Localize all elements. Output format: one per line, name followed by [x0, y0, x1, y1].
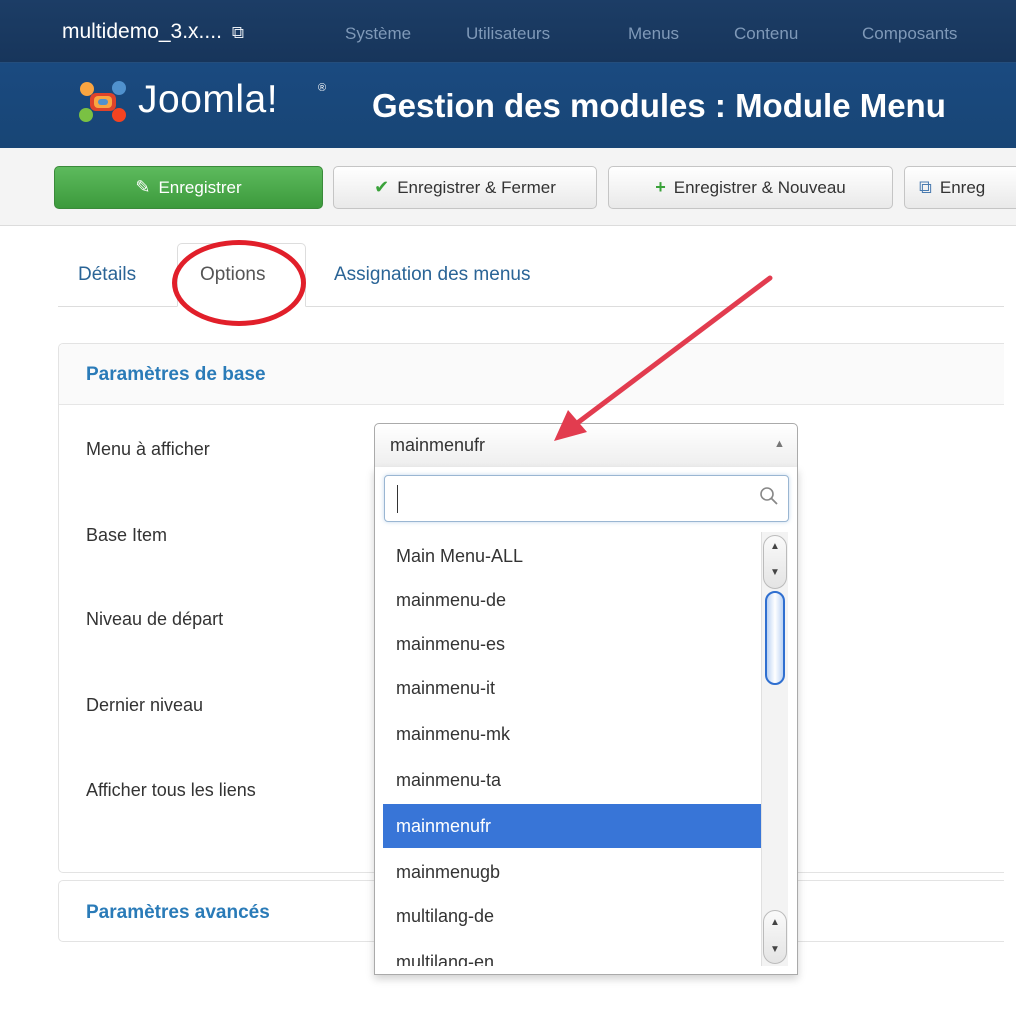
end-level-field-label: Dernier niveau — [86, 695, 204, 715]
menu-select-value: mainmenufr — [390, 435, 486, 455]
logo-registered-mark: ® — [318, 82, 327, 94]
dropdown-option[interactable]: mainmenu-mk — [383, 712, 761, 756]
nav-item-utilisateurs[interactable]: Utilisateurs — [466, 24, 550, 44]
save-copy-button[interactable]: ⧉ Enreg — [904, 166, 1016, 209]
plus-icon: + — [655, 177, 666, 197]
site-name-label: multidemo_3.x.... — [62, 20, 222, 43]
advanced-options-title[interactable]: Paramètres avancés — [86, 902, 270, 924]
start-level-field-label: Niveau de départ — [86, 609, 224, 629]
scroll-up-arrow-icon[interactable]: ▲ — [766, 916, 784, 930]
menu-field-label: Menu à afficher — [86, 439, 210, 459]
check-icon: ✔ — [374, 177, 390, 197]
save-close-button-label: Enregistrer & Fermer — [397, 177, 556, 197]
nav-item-menus[interactable]: Menus — [628, 24, 679, 44]
base-item-field-label: Base Item — [86, 525, 168, 545]
tab-menu-assignment[interactable]: Assignation des menus — [334, 264, 530, 286]
scroll-down-arrow-icon[interactable]: ▼ — [766, 566, 784, 580]
save-button[interactable]: ✎ Enregistrer — [54, 166, 323, 209]
chevron-up-icon: ▲ — [774, 438, 785, 450]
dropdown-option[interactable]: mainmenu-de — [383, 578, 761, 622]
dropdown-option[interactable]: Main Menu-ALL — [383, 534, 761, 578]
search-icon — [760, 487, 778, 505]
dropdown-option[interactable]: multilang-en — [383, 940, 761, 966]
tab-details[interactable]: Détails — [78, 264, 136, 286]
dropdown-option[interactable]: mainmenugb — [383, 850, 761, 894]
copy-icon: ⧉ — [919, 177, 932, 197]
dropdown-option[interactable]: multilang-de — [383, 894, 761, 938]
scroll-down-arrow-icon[interactable]: ▼ — [766, 943, 784, 957]
dropdown-search-input[interactable] — [384, 475, 789, 522]
save-new-button[interactable]: + Enregistrer & Nouveau — [608, 166, 893, 209]
joomla-logo-text: Joomla! — [138, 78, 279, 121]
scroll-up-arrow-icon[interactable]: ▲ — [766, 540, 784, 554]
save-copy-button-label: Enreg — [939, 177, 986, 197]
nav-item-systeme[interactable]: Système — [345, 24, 411, 44]
nav-item-composants[interactable]: Composants — [862, 24, 957, 44]
dropdown-option[interactable]: mainmenu-es — [383, 622, 761, 666]
show-sub-field-label: Afficher tous les liens — [86, 780, 256, 800]
dropdown-option[interactable]: mainmenu-ta — [383, 758, 761, 802]
dropdown-option-selected[interactable]: mainmenufr — [383, 804, 761, 848]
basic-options-title[interactable]: Paramètres de base — [86, 364, 266, 386]
nav-item-contenu[interactable]: Contenu — [734, 24, 798, 44]
edit-icon: ✎ — [135, 177, 151, 197]
annotation-circle — [172, 240, 306, 326]
site-name-link[interactable]: multidemo_3.x.... ⧉ — [62, 20, 244, 44]
external-link-icon: ⧉ — [231, 23, 245, 42]
scrollbar-thumb[interactable] — [765, 591, 785, 685]
joomla-logo-icon — [79, 81, 126, 122]
save-close-button[interactable]: ✔ Enregistrer & Fermer — [333, 166, 597, 209]
text-cursor — [397, 485, 398, 513]
save-button-label: Enregistrer — [158, 177, 242, 197]
page-title: Gestion des modules : Module Menu — [372, 87, 946, 124]
dropdown-option[interactable]: mainmenu-it — [383, 666, 761, 710]
save-new-button-label: Enregistrer & Nouveau — [673, 177, 846, 197]
